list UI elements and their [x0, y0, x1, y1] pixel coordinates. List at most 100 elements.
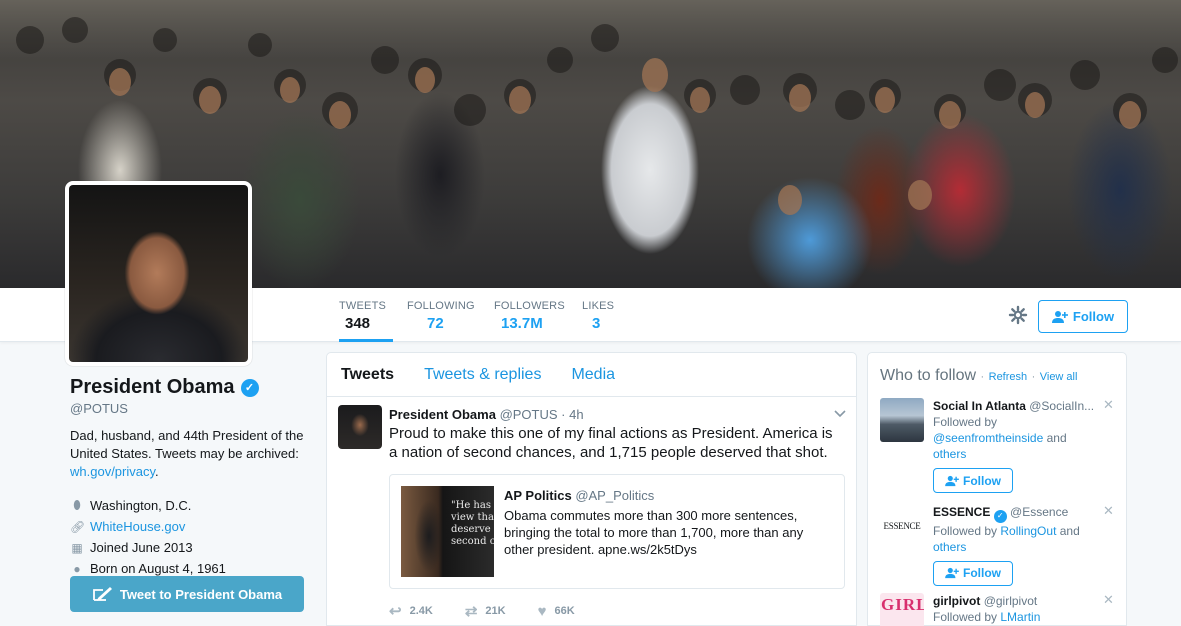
born-text: Born on August 4, 1961 [90, 561, 226, 576]
suggestion-body: Social In Atlanta @SocialIn... Followed … [933, 398, 1113, 493]
timeline: Tweets Tweets & replies Media President … [326, 352, 857, 626]
suggestion-follow-button[interactable]: Follow [933, 560, 1013, 586]
suggestion-body: girlpivot @girlpivot Followed by LMartin [933, 593, 1113, 625]
quoted-tweet[interactable]: "He has a view that deserve a second ch … [389, 474, 845, 589]
suggestion-handle[interactable]: @Essence [1010, 505, 1068, 519]
profile-name[interactable]: President Obama [70, 376, 235, 399]
website-row: 🔗︎ WhiteHouse.gov [70, 516, 310, 537]
view-all-link[interactable]: View all [1040, 371, 1078, 383]
stat-value: 72 [427, 315, 444, 332]
retweet-icon: ⇄ [464, 603, 478, 620]
stat-following[interactable]: FOLLOWING 72 [407, 288, 477, 342]
tweet-text: Proud to make this one of my final actio… [389, 425, 833, 461]
suggestion-avatar[interactable] [880, 398, 924, 442]
quoted-author-name[interactable]: AP Politics [504, 488, 572, 503]
follow-label: Follow [1072, 309, 1115, 324]
stat-value: 13.7M [501, 315, 543, 332]
followed-by-others[interactable]: others [933, 447, 966, 461]
location-row: ⬮ Washington, D.C. [70, 495, 310, 516]
reply-icon: ↩ [389, 603, 402, 620]
bio-period: . [155, 464, 159, 479]
profile-handle[interactable]: @POTUS [70, 401, 310, 416]
quoted-author-handle[interactable]: @AP_Politics [575, 488, 654, 503]
close-icon[interactable]: ✕ [1103, 397, 1114, 413]
tweet-header: President Obama @POTUS · 4h [389, 407, 844, 422]
followed-by-link[interactable]: LMartin [1000, 610, 1040, 624]
add-user-icon [945, 567, 959, 579]
followed-by-others[interactable]: others [933, 540, 966, 554]
close-icon[interactable]: ✕ [1103, 592, 1114, 608]
who-to-follow-header: Who to follow · Refresh · View all [868, 353, 1126, 385]
link-icon: 🔗︎ [70, 519, 86, 534]
suggestion-handle[interactable]: @girlpivot [984, 594, 1038, 608]
suggestion-avatar[interactable]: GIRL [880, 593, 924, 626]
suggestion-name[interactable]: ESSENCE [933, 505, 990, 519]
tweet-author-handle[interactable]: @POTUS [500, 407, 558, 422]
bio-link[interactable]: wh.gov/privacy [70, 464, 155, 479]
suggestion-avatar[interactable]: ESSENCE [880, 504, 924, 548]
who-to-follow-title: Who to follow [880, 367, 977, 384]
tweet-actions: ↩ 2.4K ⇄ 21K ♥ 66K [389, 602, 844, 621]
followed-by-prefix: Followed by [933, 523, 998, 538]
reply-action[interactable]: ↩ 2.4K [389, 602, 433, 620]
tweet-author-name[interactable]: President Obama [389, 407, 496, 422]
tab-tweets-replies[interactable]: Tweets & replies [424, 366, 541, 384]
tweet[interactable]: President Obama @POTUS · 4h Proud to mak… [327, 397, 856, 620]
essence-logo-text: ESSENCE [883, 521, 921, 531]
suggestion-follow-label: Follow [963, 566, 1001, 580]
tab-media[interactable]: Media [571, 366, 615, 384]
quoted-image-caption: "He has a view that deserve a second ch [451, 500, 494, 547]
profile-avatar[interactable] [65, 181, 252, 366]
timeline-tabs: Tweets Tweets & replies Media [327, 353, 856, 397]
add-user-icon [945, 475, 959, 486]
gear-icon[interactable] [1007, 305, 1029, 327]
stat-value: 348 [345, 315, 371, 332]
tweet-avatar[interactable] [338, 405, 382, 449]
stat-value: 3 [592, 315, 601, 332]
stat-tweets[interactable]: TWEETS 348 [339, 288, 393, 342]
add-user-icon [1051, 310, 1068, 323]
heart-icon: ♥ [537, 602, 547, 620]
verified-icon: ✓ [993, 509, 1007, 523]
quoted-tweet-text: Obama commutes more than 300 more senten… [504, 508, 804, 557]
quoted-tweet-image[interactable]: "He has a view that deserve a second ch [401, 486, 494, 577]
follow-button[interactable]: Follow [1038, 300, 1128, 333]
calendar-icon: ▦ [71, 540, 83, 555]
stat-likes[interactable]: LIKES 3 [582, 288, 622, 342]
girlpivot-logo-text: GIRL [881, 595, 924, 614]
like-action[interactable]: ♥ 66K [538, 602, 575, 620]
who-to-follow: Who to follow · Refresh · View all Socia… [867, 352, 1127, 626]
followed-by-link[interactable]: @seenfromtheinside [933, 431, 1043, 445]
reply-count: 2.4K [409, 605, 433, 617]
profile-card: President Obama ✓ @POTUS Dad, husband, a… [70, 376, 310, 579]
chevron-down-icon[interactable] [834, 407, 846, 421]
stat-label: LIKES [582, 300, 615, 312]
tab-tweets[interactable]: Tweets [341, 366, 394, 384]
website-link[interactable]: WhiteHouse.gov [90, 519, 185, 534]
balloon-icon: ● [73, 561, 81, 576]
retweet-count: 21K [485, 605, 506, 617]
close-icon[interactable]: ✕ [1103, 503, 1114, 519]
stat-label: TWEETS [339, 300, 387, 312]
suggestion-name[interactable]: Social In Atlanta [933, 399, 1026, 413]
retweet-action[interactable]: ⇄ 21K [465, 602, 506, 620]
like-count: 66K [554, 605, 575, 617]
tweet-to-button[interactable]: Tweet to President Obama [70, 576, 304, 612]
followed-by-and: and [1046, 431, 1067, 445]
refresh-link[interactable]: Refresh [989, 371, 1028, 383]
tweet-time[interactable]: · 4h [561, 407, 583, 422]
verified-icon: ✓ [240, 378, 259, 397]
bio-text: Dad, husband, and 44th President of the … [70, 428, 304, 461]
suggestion-follow-button[interactable]: Follow [933, 468, 1013, 493]
location-pin-icon: ⬮ [73, 498, 81, 512]
suggestion-handle[interactable]: @SocialIn... [1029, 399, 1094, 413]
refresh-separator: · [980, 371, 985, 383]
location-text: Washington, D.C. [90, 498, 192, 513]
followed-by-link[interactable]: RollingOut [1000, 524, 1056, 538]
followed-by-prefix: Followed by [933, 610, 998, 624]
quoted-tweet-header: AP Politics @AP_Politics [504, 488, 836, 503]
followed-by-and: and [1059, 523, 1080, 538]
stat-followers[interactable]: FOLLOWERS 13.7M [494, 288, 565, 342]
suggestion-name[interactable]: girlpivot [933, 594, 980, 608]
profile-bio: Dad, husband, and 44th President of the … [70, 427, 305, 481]
